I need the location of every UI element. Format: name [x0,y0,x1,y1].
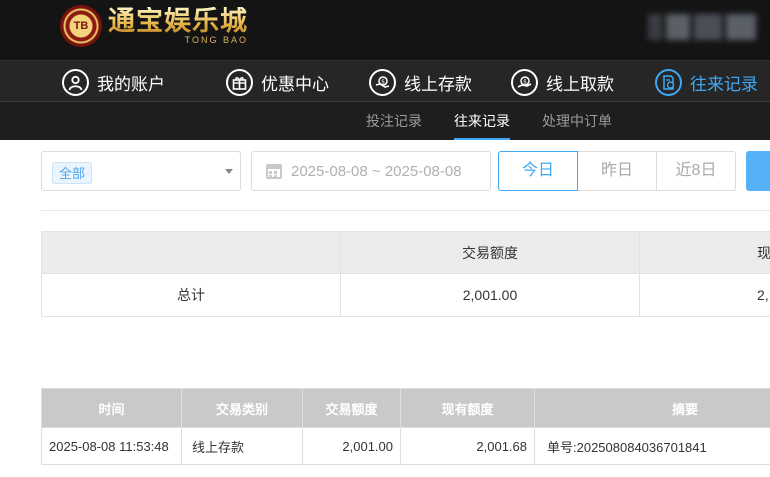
nav-item-online-deposit[interactable]: $ 线上存款 [369,61,472,103]
cell-time: 2025-08-08 11:53:48 [41,427,182,465]
top-bar: TB 通宝娱乐城 TONG BAO [0,0,770,60]
summary-header-amount: 交易额度 [340,231,640,274]
col-header-amount: 交易额度 [302,388,401,428]
user-icon [62,68,89,96]
summary-total-row: 总计 2,001.00 2, [41,273,770,317]
nav-item-promotions[interactable]: 优惠中心 [226,61,329,103]
search-button[interactable] [746,151,770,191]
col-header-balance: 现有额度 [400,388,535,428]
sub-nav: 投注记录 往来记录 处理中订单 [0,102,770,140]
withdraw-icon: $ [511,68,538,96]
logo-badge-text: TB [73,20,89,32]
quick-last-8-days-button[interactable]: 近8日 [656,151,736,191]
date-range-value: 2025-08-08 ~ 2025-08-08 [291,162,462,180]
main-nav: 我的账户 优惠中心 $ 线上存款 $ 线上取款 往来记录 [0,60,770,102]
brand-logo[interactable]: TB 通宝娱乐城 TONG BAO [60,4,248,48]
col-header-type: 交易类别 [181,388,303,428]
gift-icon [226,68,253,96]
cell-amount: 2,001.00 [302,427,401,465]
brand-name-cn: 通宝娱乐城 [108,6,248,37]
summary-total-label: 总计 [41,273,341,317]
cell-summary: 单号:202508084036701841 [534,427,770,465]
selected-type-tag[interactable]: 全部 [52,162,93,184]
summary-header-blank [41,231,341,274]
quick-yesterday-button[interactable]: 昨日 [577,151,657,191]
date-range-picker[interactable]: 2025-08-08 ~ 2025-08-08 [251,151,491,191]
nav-item-my-account[interactable]: 我的账户 [62,61,165,103]
divider [41,210,770,211]
cell-type: 线上存款 [181,427,303,465]
nav-item-label: 我的账户 [97,74,165,94]
brand-name-en: TONG BAO [184,35,248,45]
nav-item-transaction-records[interactable]: 往来记录 [655,61,758,103]
quick-today-button[interactable]: 今日 [498,151,578,191]
records-icon [655,68,682,96]
summary-table: 交易额度 现 总计 2,001.00 2, [41,231,770,317]
tab-transaction-records[interactable]: 往来记录 [454,102,510,140]
cell-balance: 2,001.68 [400,427,535,465]
tab-pending-orders[interactable]: 处理中订单 [542,102,612,140]
logo-chip-icon: TB [60,5,102,47]
summary-total-balance: 2, [639,273,770,317]
col-header-time: 时间 [41,388,182,428]
transaction-type-select[interactable]: 全部 [41,151,241,191]
summary-header-balance: 现 [639,231,770,274]
nav-item-label: 线上取款 [546,74,614,94]
records-header-row: 时间 交易类别 交易额度 现有额度 摘要 [41,388,770,428]
summary-header-row: 交易额度 现 [41,231,770,274]
chevron-down-icon [225,169,233,174]
nav-item-label: 优惠中心 [261,74,329,94]
svg-text:$: $ [523,78,527,85]
records-table: 时间 交易类别 交易额度 现有额度 摘要 2025-08-08 11:53:48… [41,388,770,465]
tab-bet-records[interactable]: 投注记录 [366,102,422,140]
nav-item-label: 线上存款 [404,74,472,94]
summary-total-amount: 2,001.00 [340,273,640,317]
col-header-summary: 摘要 [534,388,770,428]
calendar-icon [266,163,282,179]
nav-item-online-withdraw[interactable]: $ 线上取款 [511,61,614,103]
svg-text:$: $ [381,78,385,85]
deposit-icon: $ [369,68,396,96]
table-row: 2025-08-08 11:53:48 线上存款 2,001.00 2,001.… [41,427,770,465]
nav-item-label: 往来记录 [690,74,758,94]
logo-text: 通宝娱乐城 TONG BAO [108,6,248,46]
user-info-blurred [648,14,756,42]
